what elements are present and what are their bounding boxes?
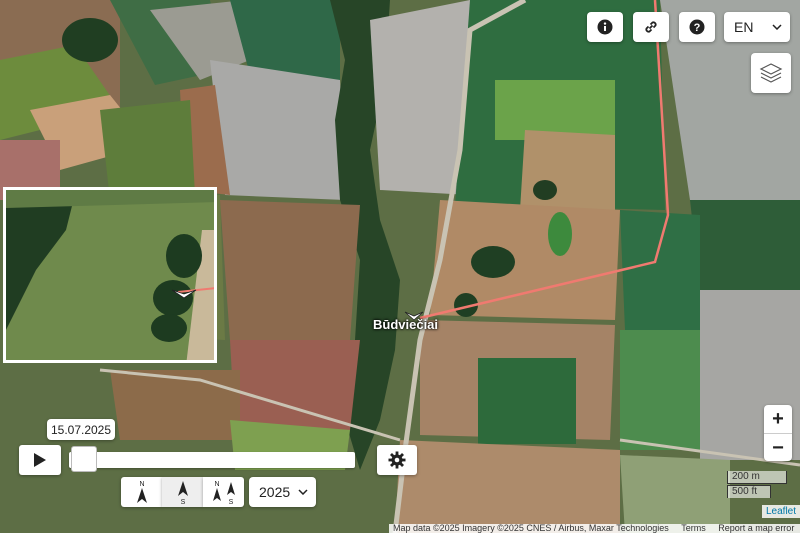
orient-north-button[interactable]: N xyxy=(121,477,162,507)
timeline-slider[interactable] xyxy=(69,452,355,468)
help-icon: ? xyxy=(689,19,705,35)
year-select[interactable]: 2025 xyxy=(249,477,316,507)
date-tooltip: 15.07.2025 xyxy=(47,419,115,440)
gear-icon xyxy=(388,451,406,469)
language-value: EN xyxy=(734,19,754,35)
info-icon xyxy=(597,19,613,35)
year-value: 2025 xyxy=(259,484,291,500)
zoom-out-button[interactable]: − xyxy=(764,434,792,462)
dual-south-label: S xyxy=(228,499,233,505)
terms-link[interactable]: Terms xyxy=(681,524,706,533)
settings-button[interactable] xyxy=(377,445,417,475)
layers-button[interactable] xyxy=(751,53,791,93)
timeline-slider-handle[interactable] xyxy=(71,446,97,472)
zoom-in-button[interactable]: + xyxy=(764,405,792,434)
share-link-button[interactable] xyxy=(633,12,669,42)
link-icon xyxy=(645,21,657,33)
south-arrow-icon: S xyxy=(177,481,188,505)
info-button[interactable] xyxy=(587,12,623,42)
dual-arrow-icon: N S xyxy=(212,481,235,505)
language-select[interactable]: EN xyxy=(724,12,790,42)
svg-text:?: ? xyxy=(694,22,701,34)
attribution-bar: Map data ©2025 Imagery ©2025 CNES / Airb… xyxy=(389,524,800,533)
place-label: Būdviečiai xyxy=(373,317,439,332)
layers-icon xyxy=(759,63,783,83)
report-error-link[interactable]: Report a map error xyxy=(718,524,794,533)
inset-zoom-view xyxy=(3,187,217,363)
chevron-down-icon xyxy=(298,489,308,495)
orient-south-button[interactable]: S xyxy=(162,477,203,507)
play-button[interactable] xyxy=(19,445,61,475)
zoom-control: + − xyxy=(764,405,792,461)
chevron-down-icon xyxy=(772,24,782,30)
leaflet-link[interactable]: Leaflet xyxy=(762,505,800,518)
dual-north-label: N xyxy=(214,481,219,488)
south-label: S xyxy=(180,499,185,505)
inset-imagery xyxy=(6,190,214,360)
attribution-text: Map data ©2025 Imagery ©2025 CNES / Airb… xyxy=(393,524,669,533)
scale-imperial: 500 ft xyxy=(727,485,771,498)
scale-metric: 200 m xyxy=(727,471,787,484)
orient-both-button[interactable]: N S xyxy=(203,477,244,507)
help-button[interactable]: ? xyxy=(679,12,715,42)
play-icon xyxy=(34,453,46,467)
north-arrow-icon: N xyxy=(136,481,147,503)
north-label: N xyxy=(139,481,144,488)
